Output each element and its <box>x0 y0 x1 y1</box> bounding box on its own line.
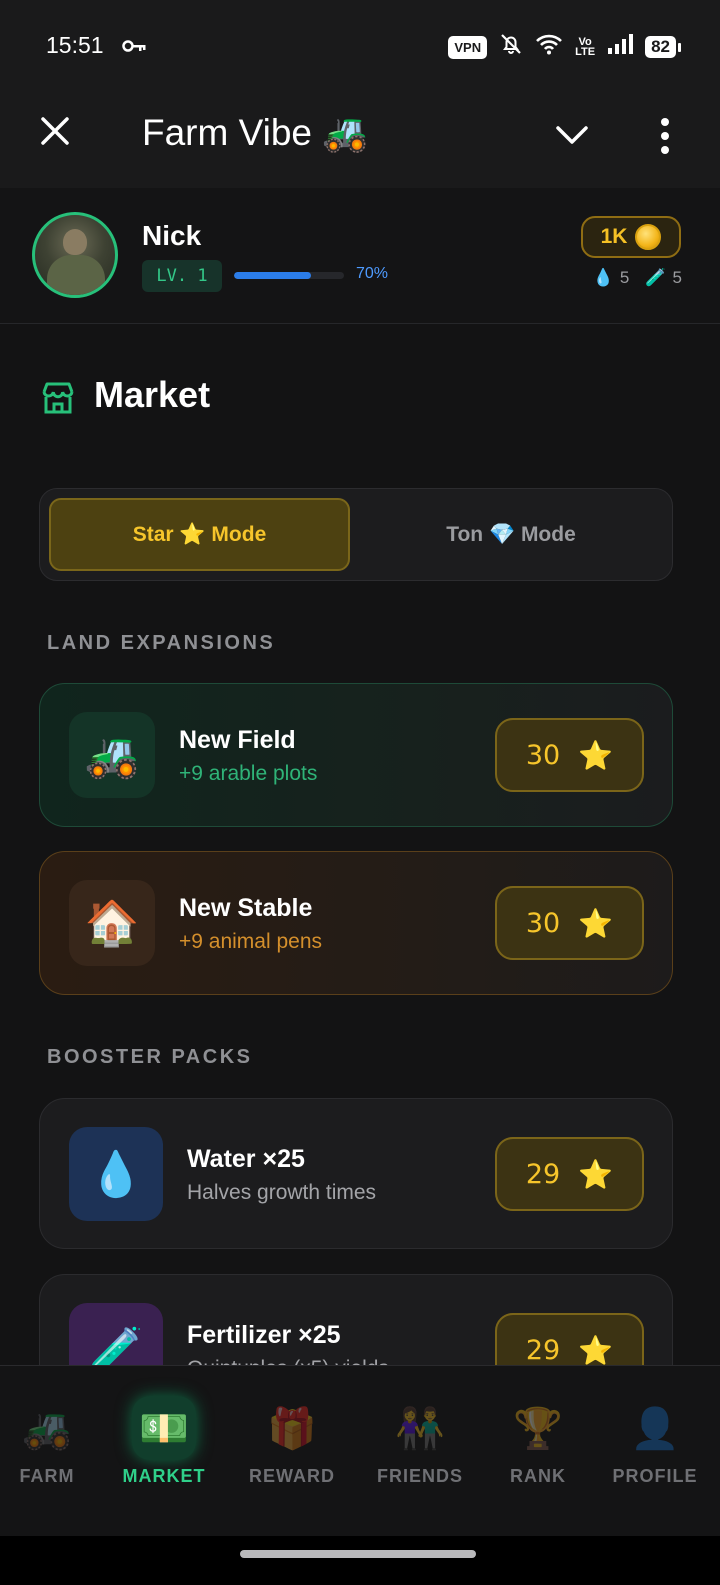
vpn-badge: VPN <box>448 35 488 59</box>
price-value: 29 <box>525 1158 561 1190</box>
user-name: Nick <box>142 220 202 251</box>
nav-label: REWARD <box>249 1466 335 1486</box>
price-value: 30 <box>525 907 561 939</box>
xp-percent: 70% <box>356 265 389 282</box>
fertilizer-inventory: 🧪 5 <box>645 268 682 288</box>
xp-progress-bar <box>234 272 344 279</box>
volte-bottom-label: LTE <box>575 46 596 58</box>
bottom-navigation: 🚜 FARM 💵 MARKET 🎁 REWARD 👫 FRIENDS 🏆 RAN… <box>0 1365 720 1536</box>
tractor-icon: 🚜 <box>69 712 155 798</box>
volte-indicator: Vo LTE <box>575 37 596 58</box>
booster-packs-heading: BOOSTER PACKS <box>47 1046 253 1068</box>
new-field-card[interactable]: 🚜 New Field +9 arable plots 30 ⭐ <box>39 683 673 827</box>
house-icon: 🏠 <box>69 880 155 966</box>
price-value: 29 <box>525 1334 561 1366</box>
star-icon: ⭐ <box>578 907 614 939</box>
buy-new-field-button[interactable]: 30 ⭐ <box>495 718 644 792</box>
gift-icon: 🎁 <box>267 1406 317 1451</box>
status-icons: VPN Vo LTE 82 <box>448 32 681 62</box>
water-pack-card[interactable]: 💧 Water ×25 Halves growth times 29 ⭐ <box>39 1098 673 1249</box>
bell-muted-icon <box>499 32 523 62</box>
system-gesture-bar <box>0 1536 720 1585</box>
nav-item-rank[interactable]: 🏆 RANK <box>500 1366 576 1537</box>
avatar[interactable] <box>32 212 118 298</box>
coin-balance[interactable]: 1K <box>581 216 681 258</box>
key-icon <box>122 36 146 59</box>
item-subtitle: Halves growth times <box>187 1181 377 1204</box>
nav-item-profile[interactable]: 👤 PROFILE <box>606 1366 704 1537</box>
buy-water-pack-button[interactable]: 29 ⭐ <box>495 1137 644 1211</box>
land-expansions-heading: LAND EXPANSIONS <box>47 632 276 654</box>
currency-mode-toggle: Star ⭐ Mode Ton 💎 Mode <box>39 488 673 581</box>
water-inventory: 💧 5 <box>593 268 630 288</box>
nav-label: PROFILE <box>612 1466 698 1486</box>
more-vertical-icon <box>661 118 669 126</box>
close-icon <box>41 117 69 145</box>
tractor-icon: 🚜 <box>22 1406 72 1451</box>
water-drop-icon: 💧 <box>69 1127 163 1221</box>
nav-label: FARM <box>19 1466 75 1486</box>
nav-label: RANK <box>510 1466 566 1486</box>
buy-new-stable-button[interactable]: 30 ⭐ <box>495 886 644 960</box>
more-menu-button[interactable] <box>650 114 680 158</box>
app-title: Farm Vibe 🚜 <box>142 112 369 153</box>
nav-label: MARKET <box>122 1466 206 1486</box>
player-profile-bar: Nick LV. 1 70% 1K 💧 5 🧪 5 <box>0 188 720 324</box>
signal-icon <box>607 33 634 61</box>
star-icon: ⭐ <box>578 1158 614 1190</box>
battery-indicator: 82 <box>645 36 681 58</box>
star-mode-button[interactable]: Star ⭐ Mode <box>49 498 350 571</box>
collapse-button[interactable] <box>552 114 592 154</box>
nav-label: FRIENDS <box>376 1466 463 1486</box>
ton-mode-button[interactable]: Ton 💎 Mode <box>358 498 664 571</box>
item-subtitle: +9 animal pens <box>179 930 323 953</box>
item-title: New Field <box>179 726 296 754</box>
xp-progress-fill <box>234 272 311 279</box>
item-title: New Stable <box>179 894 313 922</box>
test-tube-icon: 🧪 <box>645 268 667 287</box>
wifi-icon <box>535 33 563 61</box>
item-title: Fertilizer ×25 <box>187 1321 341 1349</box>
new-stable-card[interactable]: 🏠 New Stable +9 animal pens 30 ⭐ <box>39 851 673 995</box>
app-header: Farm Vibe 🚜 <box>0 90 720 188</box>
star-icon: ⭐ <box>578 1334 614 1366</box>
item-subtitle: +9 arable plots <box>179 762 318 785</box>
money-icon: 💵 <box>132 1396 196 1460</box>
fertilizer-count: 5 <box>672 268 682 287</box>
nav-item-reward[interactable]: 🎁 REWARD <box>242 1366 342 1537</box>
trophy-icon: 🏆 <box>513 1406 563 1451</box>
store-icon <box>40 380 76 416</box>
water-drop-icon: 💧 <box>592 268 614 287</box>
profile-icon: 👤 <box>630 1406 680 1451</box>
price-value: 30 <box>525 739 561 771</box>
status-bar: 15:51 VPN Vo LTE 82 <box>0 0 720 90</box>
coin-icon <box>635 224 662 250</box>
item-title: Water ×25 <box>187 1145 305 1173</box>
status-time: 15:51 <box>46 32 104 58</box>
coin-amount: 1K <box>600 225 628 248</box>
nav-item-market[interactable]: 💵 MARKET <box>113 1366 215 1537</box>
nav-item-farm[interactable]: 🚜 FARM <box>6 1366 88 1537</box>
water-count: 5 <box>619 268 630 287</box>
inventory-counts: 💧 5 🧪 5 <box>593 268 682 288</box>
nav-item-friends[interactable]: 👫 FRIENDS <box>368 1366 472 1537</box>
star-icon: ⭐ <box>578 739 614 771</box>
close-button[interactable] <box>36 112 74 150</box>
page-title: Market <box>94 374 211 415</box>
chevron-down-icon <box>556 126 588 144</box>
friends-icon: 👫 <box>395 1406 445 1451</box>
level-badge: LV. 1 <box>142 260 222 292</box>
home-indicator[interactable] <box>240 1550 476 1558</box>
